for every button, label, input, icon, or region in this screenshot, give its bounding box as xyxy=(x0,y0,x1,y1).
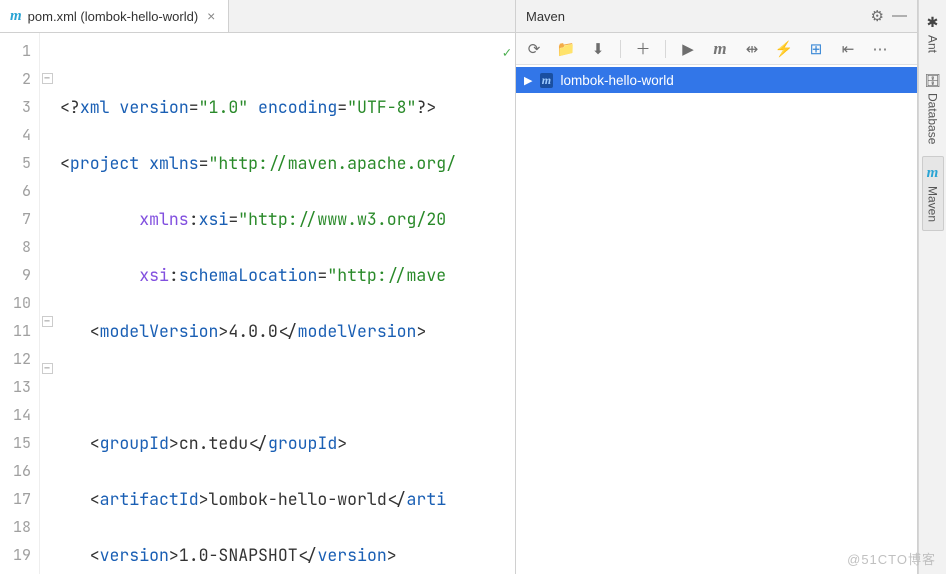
side-tab-maven[interactable]: m Maven xyxy=(922,156,944,231)
execute-maven-goal-icon[interactable]: m xyxy=(710,39,730,59)
download-sources-icon[interactable]: ⬇ xyxy=(588,40,608,58)
fold-gutter: − − − xyxy=(40,33,54,574)
database-icon: 🗄 xyxy=(924,73,941,89)
editor-tab-bar: m pom.xml (lombok-hello-world) × xyxy=(0,0,515,33)
maven-module-icon: m xyxy=(540,73,553,88)
editor-panel: m pom.xml (lombok-hello-world) × 123 456… xyxy=(0,0,516,574)
run-icon[interactable]: ▶ xyxy=(678,40,698,58)
watermark: @51CTO博客 xyxy=(847,549,936,568)
side-tab-ant[interactable]: ✱ Ant xyxy=(923,6,943,61)
maven-projects-tree[interactable]: ▶ m lombok-hello-world xyxy=(516,65,917,574)
collapse-all-icon[interactable]: ⇤ xyxy=(838,40,858,58)
reload-icon[interactable]: ⟳ xyxy=(524,40,544,58)
close-icon[interactable]: × xyxy=(204,8,218,24)
minimize-icon[interactable]: — xyxy=(892,7,907,25)
maven-project-node[interactable]: ▶ m lombok-hello-world xyxy=(516,67,917,93)
toggle-skip-tests-icon[interactable]: ⚡ xyxy=(774,40,794,58)
fold-toggle-icon[interactable]: − xyxy=(42,363,53,374)
maven-toolbar: ⟳ 📁 ⬇ ＋ ▶ m ⇹ ⚡ ⊞ ⇤ ⋯ xyxy=(516,33,917,65)
line-number-gutter: 123 456 789 101112 131415 161718 19 xyxy=(0,33,40,574)
fold-toggle-icon[interactable]: − xyxy=(42,73,53,84)
fold-toggle-icon[interactable]: − xyxy=(42,316,53,327)
ant-icon: ✱ xyxy=(927,14,939,31)
gear-icon[interactable]: ⚙ xyxy=(871,7,884,25)
toggle-offline-icon[interactable]: ⇹ xyxy=(742,40,762,58)
maven-title: Maven xyxy=(526,9,565,24)
maven-header: Maven ⚙ — xyxy=(516,0,917,33)
right-panel: Maven ⚙ — ⟳ 📁 ⬇ ＋ ▶ m ⇹ ⚡ ⊞ ⇤ ⋯ xyxy=(516,0,946,574)
code-editor[interactable]: 123 456 789 101112 131415 161718 19 − − … xyxy=(0,33,515,574)
add-icon[interactable]: ＋ xyxy=(633,38,653,59)
more-icon[interactable]: ⋯ xyxy=(870,40,890,58)
show-dependencies-icon[interactable]: ⊞ xyxy=(806,40,826,58)
generate-sources-icon[interactable]: 📁 xyxy=(556,40,576,58)
right-side-tabs: ✱ Ant 🗄 Database m Maven xyxy=(918,0,946,574)
maven-icon: m xyxy=(927,165,939,182)
maven-tool-window: Maven ⚙ — ⟳ 📁 ⬇ ＋ ▶ m ⇹ ⚡ ⊞ ⇤ ⋯ xyxy=(516,0,918,574)
maven-file-icon: m xyxy=(10,8,22,25)
inspection-ok-icon: ✓ xyxy=(503,39,511,67)
editor-tab-pom[interactable]: m pom.xml (lombok-hello-world) × xyxy=(0,0,229,32)
maven-project-label: lombok-hello-world xyxy=(560,73,673,88)
side-tab-database[interactable]: 🗄 Database xyxy=(921,65,944,152)
code-content[interactable]: ✓ <?xml version="1.0" encoding="UTF-8"?>… xyxy=(54,33,515,574)
tab-label: pom.xml (lombok-hello-world) xyxy=(28,9,199,24)
chevron-right-icon[interactable]: ▶ xyxy=(524,74,532,87)
